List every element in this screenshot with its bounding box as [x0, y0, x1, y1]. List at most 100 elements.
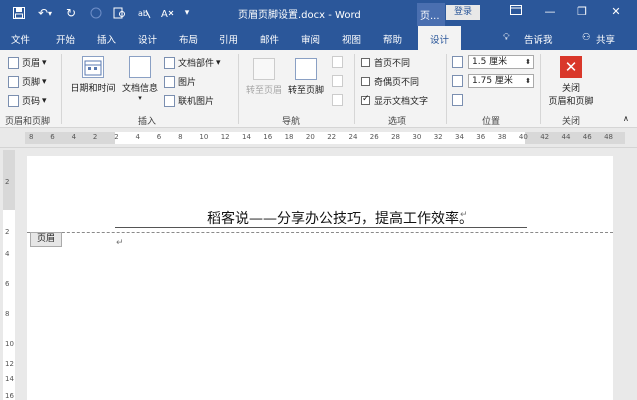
tab-header-footer-design[interactable]: 设计: [418, 26, 462, 50]
window-title: 页眉页脚设置.docx - Word: [238, 10, 361, 21]
doc-parts-button[interactable]: 文档部件 ▾: [164, 56, 221, 69]
show-document-text-checkbox[interactable]: 显示文档文字: [361, 94, 428, 107]
calendar-icon: [82, 56, 104, 78]
footer-icon: [8, 75, 19, 88]
group-label-position: 位置: [482, 117, 501, 127]
ruler-number: 4: [135, 133, 140, 141]
first-page-different-checkbox[interactable]: 首页不同: [361, 56, 410, 69]
collapse-ribbon-icon[interactable]: ∧: [623, 114, 629, 123]
ribbon-tabs: 文件 开始 插入 设计 布局 引用 邮件 审阅 视图 帮助 设计 💡︎ 告诉我 …: [0, 26, 637, 50]
horizontal-ruler[interactable]: 8 6 4 2 2 4 6 8 10 12 14 16 18 20 22 24 26 28 30 32 34 36 38 40…: [25, 132, 625, 144]
login-button[interactable]: 登录: [446, 5, 480, 20]
goto-footer-button[interactable]: 转至页脚: [286, 58, 326, 96]
tab-insert[interactable]: 插入: [97, 32, 116, 46]
header-underline: [115, 227, 527, 228]
group-label-insert: 插入: [138, 117, 157, 127]
ruler-number: 34: [455, 133, 464, 141]
picture-icon: [164, 75, 175, 88]
tab-tell-me[interactable]: 告诉我: [524, 32, 553, 46]
ruler-number: 42: [540, 133, 550, 141]
goto-footer-icon: [295, 58, 317, 80]
undo-icon[interactable]: ↶ ▾: [34, 4, 56, 22]
vertical-ruler-number: 8: [5, 310, 10, 318]
date-time-button[interactable]: 日期和时间: [68, 56, 118, 94]
paragraph-mark: ↵: [116, 238, 124, 248]
header-text[interactable]: 稻客说——分享办公技巧，提高工作效率。: [207, 208, 473, 228]
ruler-number: 38: [497, 133, 507, 141]
close-window-icon[interactable]: ✕: [606, 4, 626, 20]
doc-info-icon: [129, 56, 151, 78]
vertical-ruler-text-area: [3, 210, 15, 400]
format-icon[interactable]: A: [158, 4, 176, 22]
print-preview-icon[interactable]: [110, 4, 128, 22]
picture-button[interactable]: 图片: [164, 75, 196, 88]
online-picture-button[interactable]: 联机图片: [164, 94, 214, 107]
online-picture-icon: [164, 94, 175, 107]
context-tab-header-tools[interactable]: 页...: [417, 3, 445, 26]
tab-home[interactable]: 开始: [56, 32, 75, 46]
tab-share[interactable]: 共享: [596, 32, 615, 46]
close-icon: ✕: [560, 56, 582, 78]
tab-file[interactable]: 文件: [11, 32, 30, 46]
next-icon[interactable]: [332, 75, 346, 87]
ribbon: 页眉 ▾ 页脚 ▾ 页码 ▾ 页眉和页脚 日期和时间 文档信息 ▾ 文档部件 ▾ 图片 …: [0, 50, 637, 128]
footer-position-input[interactable]: 1.75 厘米 ⬍: [468, 74, 534, 88]
tab-references[interactable]: 引用: [219, 32, 238, 46]
footer-button[interactable]: 页脚 ▾: [8, 75, 47, 88]
format-painter-icon[interactable]: ab: [135, 4, 153, 22]
group-label-navigation: 导航: [282, 117, 301, 127]
previous-icon[interactable]: [332, 56, 346, 68]
lightbulb-icon[interactable]: 💡︎: [503, 32, 510, 43]
ruler-number: 8: [29, 133, 34, 141]
tab-design[interactable]: 设计: [138, 32, 157, 46]
vertical-ruler-number: 16: [5, 392, 14, 400]
tab-review[interactable]: 审阅: [301, 32, 320, 46]
redo-icon[interactable]: ↻: [62, 4, 80, 22]
ruler-number: 28: [391, 133, 401, 141]
tab-help[interactable]: 帮助: [383, 32, 402, 46]
vertical-ruler-number: 14: [5, 375, 14, 383]
ruler-number: 30: [412, 133, 422, 141]
close-header-footer-button[interactable]: ✕ 关闭 页眉和页脚: [545, 56, 597, 107]
ruler-number: 26: [369, 133, 379, 141]
ruler-number: 2: [92, 133, 98, 141]
insert-alignment-tab-icon[interactable]: [452, 94, 466, 106]
minimize-icon[interactable]: —: [540, 4, 560, 20]
header-tag: 页眉: [30, 232, 62, 247]
share-icon[interactable]: ⚇: [582, 32, 591, 43]
separator: [354, 54, 355, 124]
ruler-number: 40: [518, 133, 528, 141]
ruler-number: 24: [348, 133, 358, 141]
dropdown-icon[interactable]: ▾: [180, 4, 194, 22]
tab-view[interactable]: 视图: [342, 32, 361, 46]
group-label-options: 选项: [388, 117, 407, 127]
ruler-number: 8: [178, 133, 183, 141]
separator: [540, 54, 541, 124]
tab-layout[interactable]: 布局: [179, 32, 198, 46]
vertical-ruler-number: 6: [5, 280, 10, 288]
save-icon[interactable]: [10, 4, 28, 22]
link-previous-icon[interactable]: [332, 94, 346, 106]
tab-mailings[interactable]: 邮件: [260, 32, 279, 46]
title-bar: ↶ ▾ ↻ ab A ▾ 页眉页脚设置.docx - Word 页... 登录 —…: [0, 0, 637, 26]
paragraph-mark: ↵: [460, 210, 468, 220]
header-position-icon: [452, 56, 466, 68]
odd-even-different-checkbox[interactable]: 奇偶页不同: [361, 75, 419, 88]
vertical-ruler[interactable]: 2 2 4 6 8 10 12 14 16: [3, 150, 15, 400]
svg-text:A: A: [161, 9, 168, 19]
ruler-number: 6: [50, 133, 55, 141]
vertical-scrollbar[interactable]: [625, 150, 637, 400]
circle-icon[interactable]: [88, 4, 104, 22]
vertical-ruler-number: 2: [5, 228, 10, 236]
ruler-number: 10: [199, 133, 209, 141]
doc-info-button[interactable]: 文档信息 ▾: [120, 56, 160, 102]
header-button[interactable]: 页眉 ▾: [8, 56, 47, 69]
goto-header-button[interactable]: 转至页眉: [244, 58, 284, 96]
page-number-button[interactable]: 页码 ▾: [8, 94, 47, 107]
ruler-number: 32: [433, 133, 443, 141]
ribbon-options-icon[interactable]: [506, 4, 526, 20]
ruler-number: 12: [220, 133, 230, 141]
document-page[interactable]: 稻客说——分享办公技巧，提高工作效率。 ↵ 页眉 ↵: [27, 156, 613, 400]
header-position-input[interactable]: 1.5 厘米 ⬍: [468, 55, 534, 69]
restore-icon[interactable]: ❐: [572, 4, 592, 20]
